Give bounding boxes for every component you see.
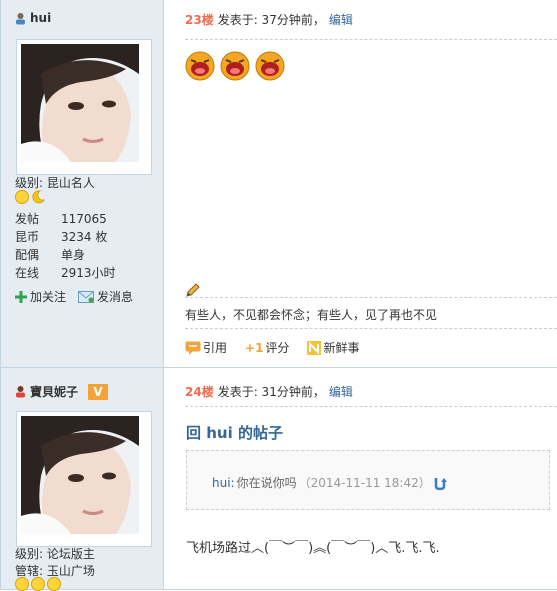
plus-icon: [15, 290, 27, 303]
user-icon: [16, 12, 25, 24]
post-footer: 引用 +1 评分 新鲜事: [185, 339, 359, 356]
edit-link[interactable]: 编辑: [329, 383, 353, 400]
crying-face-icon: [185, 51, 215, 81]
author-actions: 加关注 发消息: [15, 288, 133, 305]
floor-number[interactable]: 23楼: [185, 11, 214, 28]
crying-face-icon: [220, 51, 250, 81]
level-icons: [15, 190, 45, 204]
stat-online: 在线 2913小时: [15, 266, 116, 280]
post-header: 24楼 发表于: 31分钟前， 编辑: [185, 383, 353, 400]
pencil-icon: [186, 283, 200, 297]
author-sidebar: 寶貝妮子 V 级别: 论坛版主 管辖: 玉山广场: [0, 368, 164, 591]
reply-title: 回 hui 的帖子: [186, 424, 283, 442]
post-23: hui 级别: 昆山名人 发帖 117065 昆币 3234 枚 配偶 单身 在…: [0, 0, 557, 368]
signature: 有些人，不见都会怀念；有些人，见了再也不见: [185, 308, 438, 322]
footer-divider: [185, 328, 557, 329]
post-main: 23楼 发表于: 37分钟前， 编辑 有些人，不见都会怀念；有些人，见了再也不见…: [164, 0, 557, 367]
quote-box: hui: 你在说你吗 （2014-11-11 18:42）: [186, 450, 550, 510]
stat-posts: 发帖 117065: [15, 212, 107, 226]
signature-divider: [185, 297, 557, 298]
stat-spouse: 配偶 单身: [15, 248, 86, 262]
author-name-text: 寶貝妮子: [30, 385, 79, 399]
rate-button[interactable]: +1 评分: [245, 339, 289, 356]
avatar[interactable]: [16, 411, 152, 547]
avatar-photo: [21, 44, 139, 162]
post-time: 发表于: 31分钟前，: [217, 385, 325, 399]
author-sidebar: hui 级别: 昆山名人 发帖 117065 昆币 3234 枚 配偶 单身 在…: [0, 0, 164, 367]
envelope-icon: [78, 290, 95, 303]
quote-user[interactable]: hui:: [212, 476, 235, 490]
follow-button[interactable]: 加关注: [15, 288, 66, 305]
author-name[interactable]: 寶貝妮子 V: [15, 383, 109, 400]
avatar[interactable]: [16, 39, 152, 175]
user-female-icon: [16, 386, 25, 398]
vip-badge: V: [88, 383, 109, 400]
header-divider: [185, 39, 557, 40]
quote-icon: [185, 341, 201, 355]
stat-coins: 昆币 3234 枚: [15, 230, 108, 244]
post-content: 飞机场路过︿(￣︶￣)︽(￣︶￣)︿飞.飞.飞.: [186, 541, 440, 556]
floor-number[interactable]: 24楼: [185, 383, 214, 400]
message-button[interactable]: 发消息: [78, 288, 133, 305]
header-divider: [185, 406, 557, 407]
goto-arrow-icon[interactable]: [433, 476, 447, 490]
fresh-button[interactable]: 新鲜事: [307, 339, 359, 356]
quote-time: （2014-11-11 18:42）: [298, 476, 431, 490]
sun-icon: [15, 190, 29, 204]
author-name-text: hui: [30, 11, 52, 25]
moon-icon: [32, 190, 45, 204]
post-emoticons: [185, 51, 285, 81]
crying-face-icon: [255, 51, 285, 81]
avatar-photo: [21, 416, 139, 534]
quote-button[interactable]: 引用: [185, 339, 227, 356]
edit-link[interactable]: 编辑: [329, 11, 353, 28]
news-icon: [307, 340, 322, 355]
plus-one-icon: +1: [245, 340, 264, 355]
level-label: 级别: 昆山名人: [15, 176, 95, 190]
post-header: 23楼 发表于: 37分钟前， 编辑: [185, 11, 353, 28]
author-stats: 发帖 117065 昆币 3234 枚 配偶 单身 在线 2913小时: [15, 210, 155, 282]
quote-content: hui: 你在说你吗 （2014-11-11 18:42）: [212, 474, 447, 491]
author-name[interactable]: hui: [15, 11, 51, 25]
post-time: 发表于: 37分钟前，: [217, 13, 325, 27]
level-label: 级别: 论坛版主: [15, 547, 95, 561]
quote-text: 你在说你吗: [236, 476, 297, 490]
